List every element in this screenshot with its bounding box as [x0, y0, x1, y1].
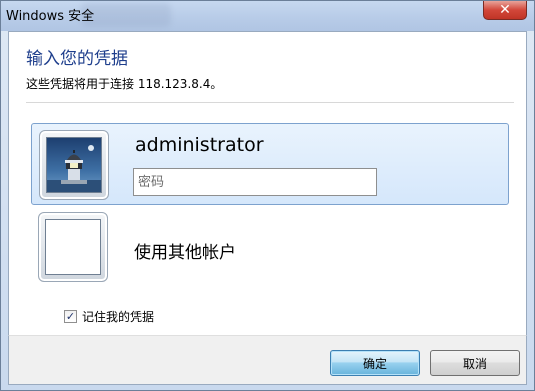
avatar-frame — [39, 130, 109, 200]
ok-button[interactable]: 确定 — [330, 350, 420, 376]
lighthouse-avatar-icon — [46, 137, 102, 193]
close-icon: ✕ — [499, 2, 511, 18]
button-bar: 确定 取消 — [8, 335, 527, 385]
dialog-description: 这些凭据将用于连接 118.123.8.4。 — [26, 77, 223, 91]
password-field[interactable] — [133, 168, 377, 196]
avatar-frame — [38, 212, 108, 282]
checkmark-icon: ✓ — [65, 310, 76, 323]
account-username: administrator — [135, 134, 264, 156]
title-bar: Windows 安全 ✕ — [1, 1, 534, 31]
divider — [26, 102, 514, 103]
credential-dialog: Windows 安全 ✕ 输入您的凭据 这些凭据将用于连接 118.123.8.… — [0, 0, 535, 391]
use-other-account-label: 使用其他帐户 — [134, 243, 236, 263]
remember-checkbox[interactable]: ✓ — [64, 310, 77, 323]
blank-avatar-icon — [45, 219, 101, 275]
cancel-button[interactable]: 取消 — [430, 350, 520, 376]
account-tile-administrator[interactable]: administrator — [31, 123, 509, 205]
lighthouse-picture — [47, 138, 101, 192]
title-bar-blur — [81, 3, 171, 27]
window-title: Windows 安全 — [6, 9, 95, 24]
close-button[interactable]: ✕ — [483, 1, 527, 20]
dialog-body: 输入您的凭据 这些凭据将用于连接 118.123.8.4。 administra… — [8, 31, 527, 335]
dialog-heading: 输入您的凭据 — [26, 49, 128, 69]
remember-credentials[interactable]: ✓ 记住我的凭据 — [64, 308, 154, 325]
account-tile-other[interactable]: 使用其他帐户 — [31, 208, 509, 290]
remember-label[interactable]: 记住我的凭据 — [82, 308, 154, 325]
